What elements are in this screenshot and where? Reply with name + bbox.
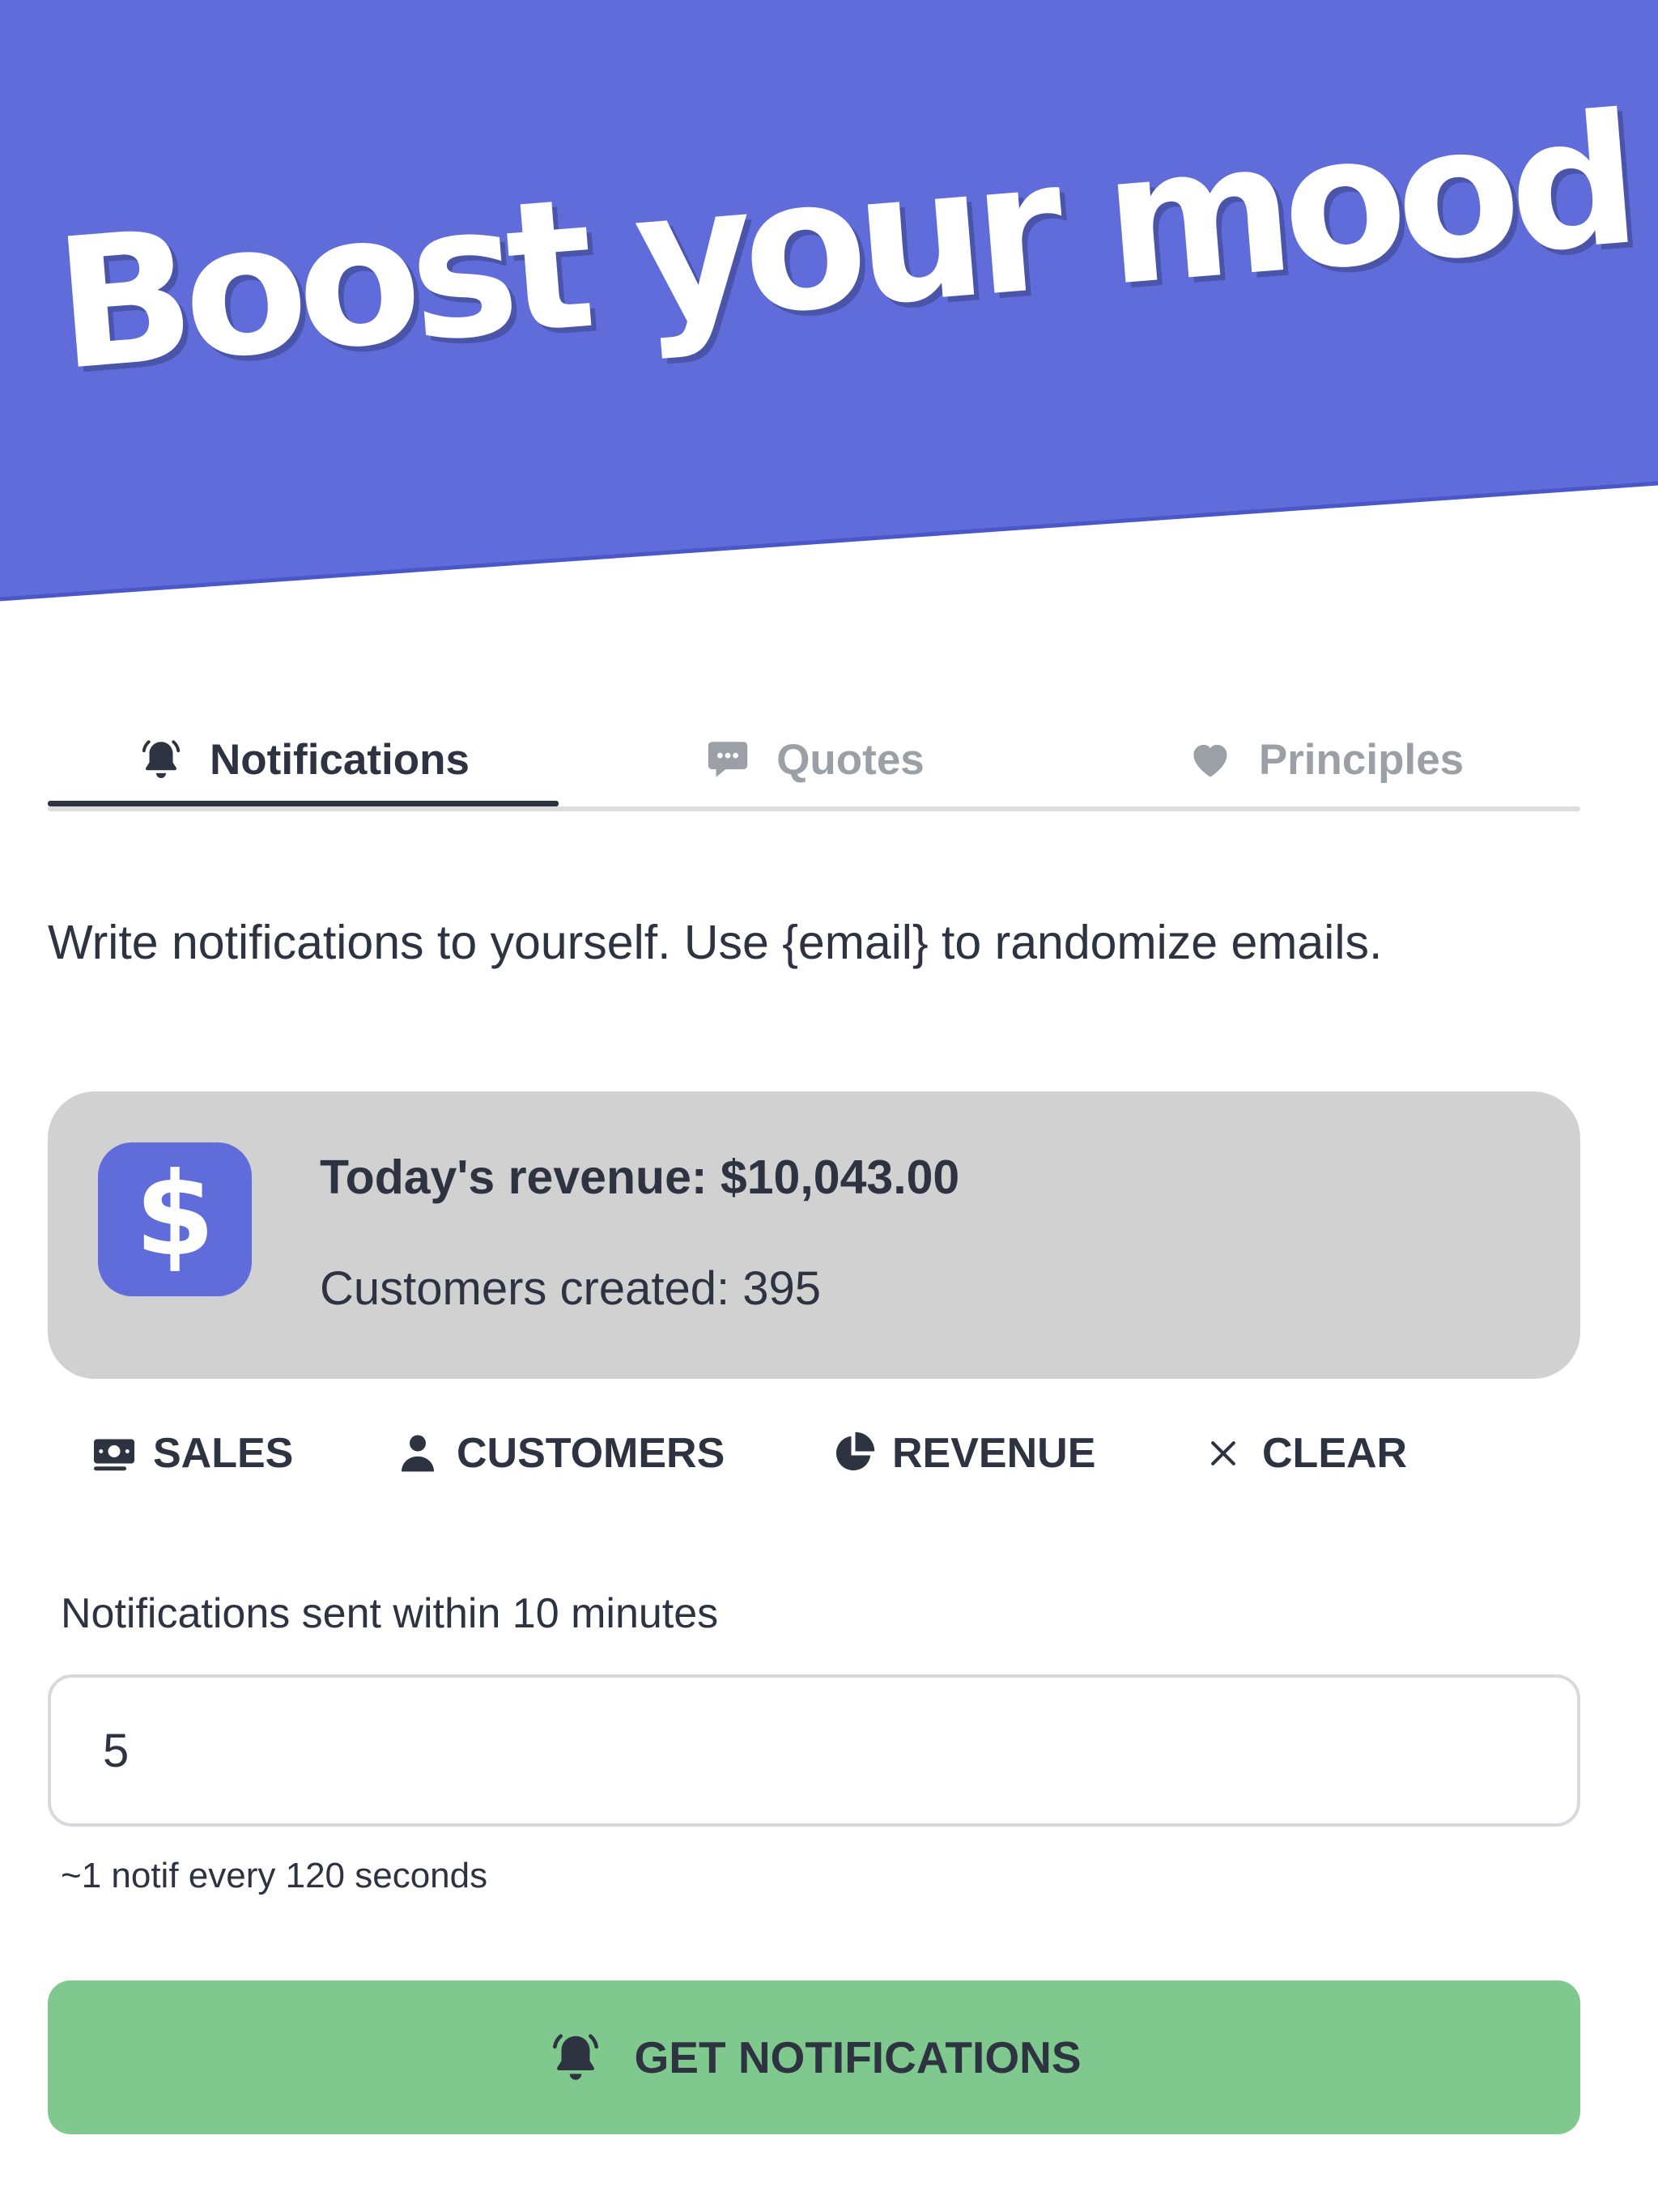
revenue-button-label: REVENUE — [892, 1430, 1096, 1477]
dollar-glyph: $ — [135, 1148, 215, 1282]
bell-icon — [137, 735, 185, 784]
revenue-button[interactable]: REVENUE — [827, 1409, 1095, 1498]
notification-title: Today's revenue: $10,043.00 — [320, 1151, 960, 1204]
notification-preview-card: $ Today's revenue: $10,043.00 Customers … — [48, 1091, 1580, 1379]
money-icon — [88, 1427, 140, 1479]
hero-banner: Boost your mood — [0, 0, 1658, 615]
customers-button[interactable]: CUSTOMERS — [392, 1409, 725, 1498]
app-root: Boost your mood Notifications Quotes Pri… — [0, 0, 1658, 2212]
get-notifications-button[interactable]: GET NOTIFICATIONS — [48, 1980, 1580, 2134]
customers-button-label: CUSTOMERS — [457, 1430, 725, 1477]
tab-principles[interactable]: Principles — [1069, 713, 1580, 806]
tab-quotes[interactable]: Quotes — [559, 713, 1069, 806]
sales-button[interactable]: SALES — [88, 1409, 293, 1498]
preset-actions: SALES CUSTOMERS REVENUE CLEAR — [48, 1409, 1580, 1498]
tab-bar: Notifications Quotes Principles — [48, 713, 1580, 811]
description-text: Write notifications to yourself. Use {em… — [48, 916, 1383, 969]
dollar-icon: $ — [98, 1142, 252, 1296]
clear-button-label: CLEAR — [1262, 1430, 1408, 1477]
notification-subtitle: Customers created: 395 — [320, 1262, 821, 1315]
pie-chart-icon — [827, 1427, 879, 1479]
notifications-rate-hint: ~1 notif every 120 seconds — [61, 1856, 488, 1895]
get-notifications-label: GET NOTIFICATIONS — [634, 2032, 1082, 2082]
tab-notifications[interactable]: Notifications — [48, 713, 559, 806]
sales-button-label: SALES — [153, 1430, 294, 1477]
bell-icon — [546, 2028, 605, 2087]
clear-button[interactable]: CLEAR — [1197, 1409, 1407, 1498]
notifications-count-label: Notifications sent within 10 minutes — [61, 1590, 719, 1637]
chat-bubble-icon — [704, 735, 752, 784]
notifications-count-input[interactable] — [48, 1674, 1580, 1827]
close-icon — [1197, 1427, 1249, 1479]
tab-quotes-label: Quotes — [776, 735, 925, 784]
active-tab-indicator — [48, 801, 559, 806]
heart-icon — [1186, 735, 1235, 784]
tab-principles-label: Principles — [1258, 735, 1465, 784]
user-icon — [392, 1427, 444, 1479]
tab-bar-divider — [48, 806, 1580, 811]
tab-notifications-label: Notifications — [210, 735, 470, 784]
